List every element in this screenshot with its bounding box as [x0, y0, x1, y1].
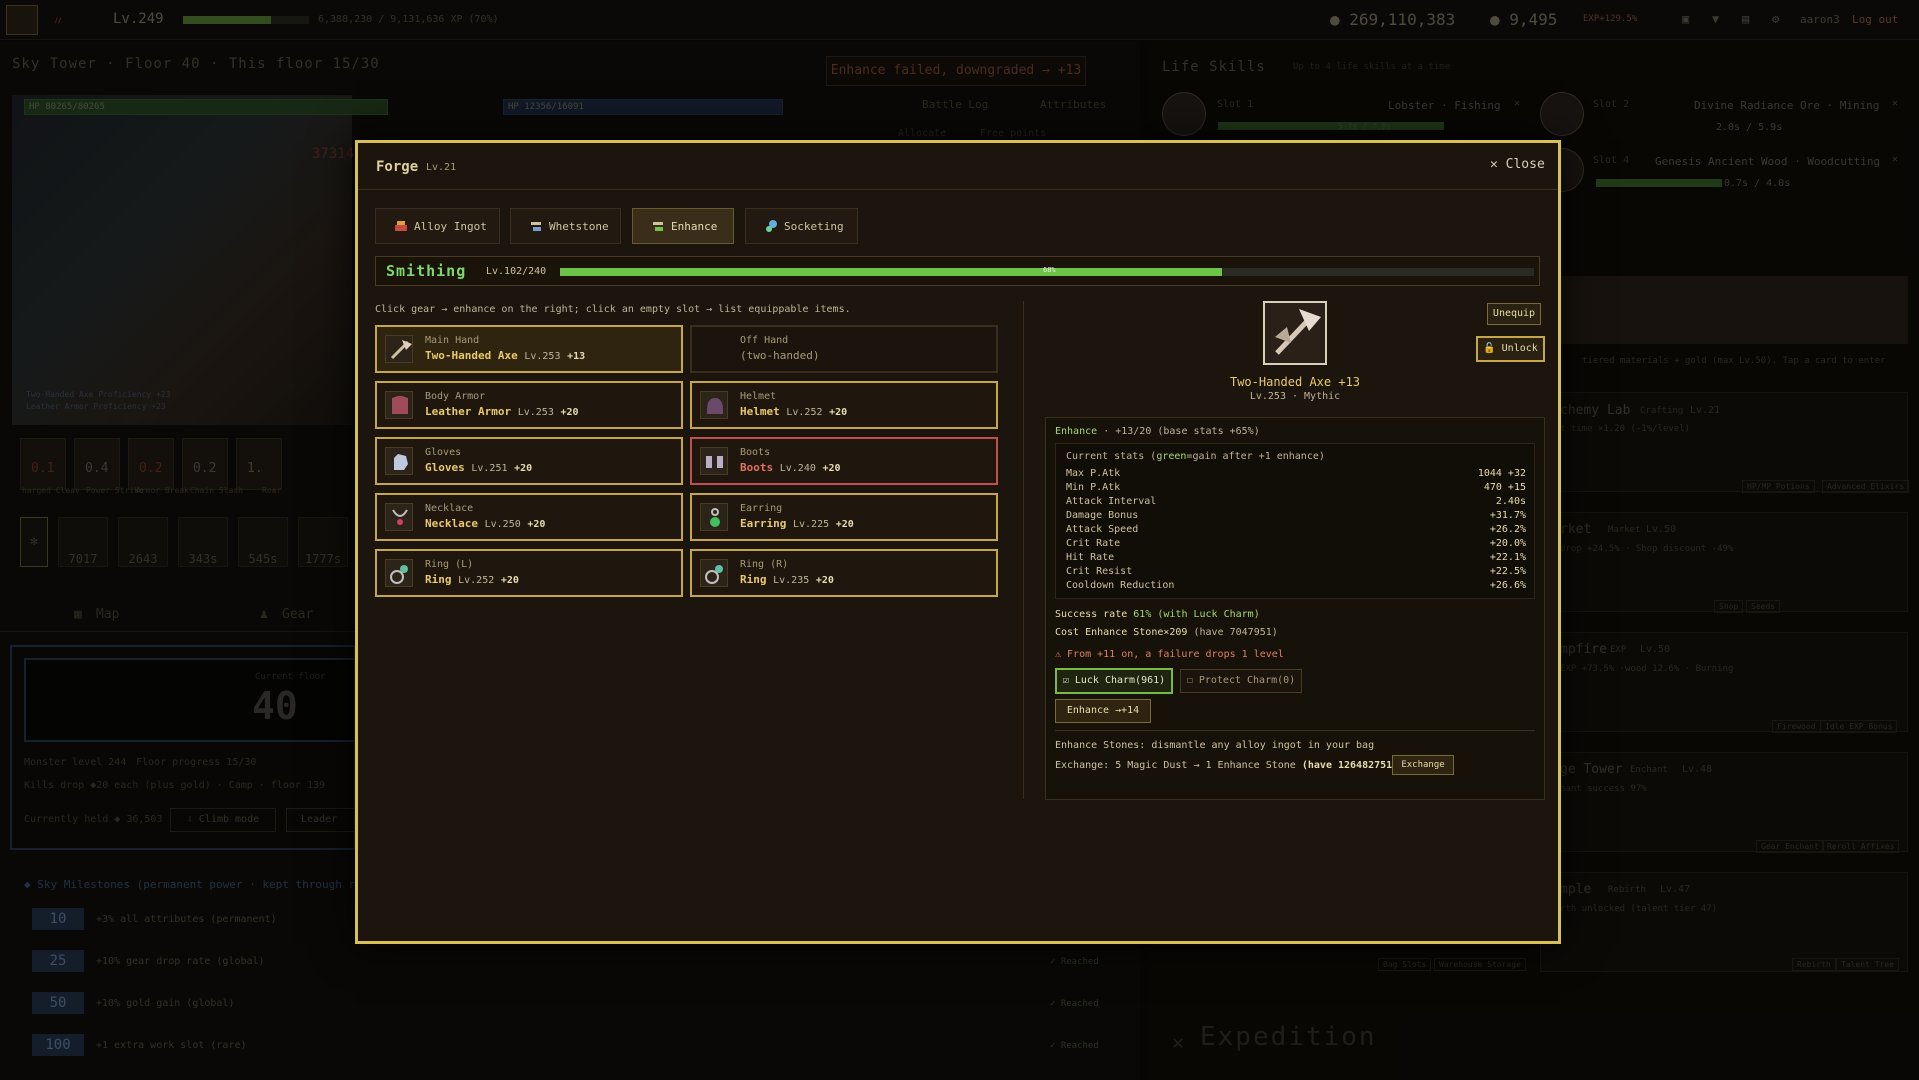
gear-name: Leather Armor Lv.253 +20: [425, 405, 579, 418]
stat-row: Crit Resist +22.5%: [1066, 566, 1526, 577]
forge-level: Lv.21: [426, 162, 457, 173]
gloves-icon: [385, 447, 413, 475]
unequip-button[interactable]: Unequip: [1487, 303, 1541, 325]
gear-slot-boots[interactable]: Boots Boots Lv.240 +20: [690, 437, 998, 485]
stat-row: Attack Speed +26.2%: [1066, 524, 1526, 535]
stones-hint: Enhance Stones: dismantle any alloy ingo…: [1055, 740, 1375, 751]
stat-row: Damage Bonus +31.7%: [1066, 510, 1526, 521]
gear-slot-main-hand[interactable]: Main Hand Two-Handed Axe Lv.253 +13: [375, 325, 683, 373]
gear-slot-label: Earring: [740, 503, 783, 514]
gear-name: Helmet Lv.252 +20: [740, 405, 848, 418]
gear-slot-ring-left[interactable]: Ring (L) Ring Lv.252 +20: [375, 549, 683, 597]
ring-icon: [385, 559, 413, 587]
gear-slot-label: Boots: [740, 447, 771, 458]
gear-slot-ring-right[interactable]: Ring (R) Ring Lv.235 +20: [690, 549, 998, 597]
tab-socketing[interactable]: Socketing: [745, 208, 858, 244]
gear-slot-label: Helmet: [740, 391, 777, 402]
ring-icon: [700, 559, 728, 587]
gear-name: Boots Lv.240 +20: [740, 461, 841, 474]
whetstone-icon: [529, 219, 543, 233]
helmet-icon: [700, 391, 728, 419]
smithing-progress: 68%: [560, 266, 1534, 276]
forge-title: Forge: [376, 159, 419, 175]
stat-row: Min P.Atk 470 +15: [1066, 482, 1526, 493]
stats-title: Current stats (green=gain after +1 enhan…: [1066, 451, 1325, 462]
gear-slot-off-hand[interactable]: Off Hand (two-handed): [690, 325, 998, 373]
boots-icon: [700, 447, 728, 475]
enhance-cost: Cost Enhance Stone×209 (have 7047951): [1055, 627, 1278, 638]
enhance-panel: Enhance · +13/20 (base stats +65%) Curre…: [1045, 417, 1545, 800]
smithing-progress-fill: [560, 268, 1223, 276]
stats-box: Current stats (green=gain after +1 enhan…: [1055, 443, 1535, 599]
failure-warning: ⚠ From +11 on, a failure drops 1 level: [1055, 649, 1284, 660]
gear-slot-label: Ring (L): [425, 559, 474, 570]
enhance-button[interactable]: Enhance →+14: [1055, 699, 1151, 723]
gear-slot-body-armor[interactable]: Body Armor Leather Armor Lv.253 +20: [375, 381, 683, 429]
stat-row: Hit Rate +22.1%: [1066, 552, 1526, 563]
gear-name: Gloves Lv.251 +20: [425, 461, 533, 474]
gear-slot-label: Gloves: [425, 447, 462, 458]
necklace-icon: [385, 503, 413, 531]
selected-axe-icon: [1263, 301, 1327, 365]
enhance-icon: [651, 219, 665, 233]
smithing-title: Smithing: [386, 262, 467, 280]
gem-icon: [764, 219, 778, 233]
gear-slot-earring[interactable]: Earring Earring Lv.225 +20: [690, 493, 998, 541]
tab-whetstone[interactable]: Whetstone: [510, 208, 621, 244]
gear-slot-helmet[interactable]: Helmet Helmet Lv.252 +20: [690, 381, 998, 429]
exchange-text: Exchange: 5 Magic Dust → 1 Enhance Stone…: [1055, 760, 1399, 771]
forge-modal: Forge Lv.21 ✕ Close Alloy Ingot Whetston…: [355, 140, 1561, 944]
axe-icon: [385, 335, 413, 363]
panel-divider: [1023, 301, 1024, 799]
success-rate: Success rate 61% (with Luck Charm): [1055, 609, 1260, 620]
ingot-icon: [394, 219, 408, 233]
gear-slot-label: Ring (R): [740, 559, 789, 570]
gear-name: Ring Lv.235 +20: [740, 573, 834, 586]
stat-row: Cooldown Reduction +26.6%: [1066, 580, 1526, 591]
gear-slot-gloves[interactable]: Gloves Gloves Lv.251 +20: [375, 437, 683, 485]
tab-enhance[interactable]: Enhance: [632, 208, 734, 244]
gear-slot-label: Necklace: [425, 503, 474, 514]
tab-alloy-ingot[interactable]: Alloy Ingot: [375, 208, 500, 244]
gear-slot-necklace[interactable]: Necklace Necklace Lv.250 +20: [375, 493, 683, 541]
gear-slot-label: Body Armor: [425, 391, 486, 402]
stat-row: Attack Interval 2.40s: [1066, 496, 1526, 507]
modal-header: Forge Lv.21 ✕ Close: [358, 143, 1558, 190]
protect-charm-checkbox[interactable]: ☐ Protect Charm(0): [1180, 669, 1302, 693]
gear-hint: Click gear → enhance on the right; click…: [375, 304, 851, 315]
close-button[interactable]: ✕ Close: [1490, 157, 1545, 172]
smithing-progress-label: 68%: [1043, 266, 1056, 274]
selected-item-name: Two-Handed Axe +13: [1229, 375, 1361, 389]
enhance-header: Enhance · +13/20 (base stats +65%): [1055, 426, 1260, 437]
stat-row: Crit Rate +20.0%: [1066, 538, 1526, 549]
stat-row: Max P.Atk 1044 +32: [1066, 468, 1526, 479]
selected-item-sub: Lv.253 · Mythic: [1249, 391, 1341, 402]
divider: [1055, 730, 1535, 731]
exchange-button[interactable]: Exchange: [1392, 755, 1454, 775]
gear-name: Necklace Lv.250 +20: [425, 517, 546, 530]
gear-name: Ring Lv.252 +20: [425, 573, 519, 586]
gear-name: Earring Lv.225 +20: [740, 517, 854, 530]
luck-charm-checkbox[interactable]: ☑ Luck Charm(961): [1055, 668, 1173, 694]
smithing-bar: Smithing Lv.102/240 68%: [375, 256, 1540, 286]
smithing-level: Lv.102/240: [486, 266, 547, 277]
gear-slot-sub: (two-handed): [740, 349, 820, 362]
gear-slot-label: Main Hand: [425, 335, 480, 346]
unlock-button[interactable]: 🔓 Unlock: [1476, 336, 1545, 362]
earring-icon: [700, 503, 728, 531]
armor-icon: [385, 391, 413, 419]
gear-slot-label: Off Hand: [740, 335, 789, 346]
gear-name: Two-Handed Axe Lv.253 +13: [425, 349, 586, 362]
